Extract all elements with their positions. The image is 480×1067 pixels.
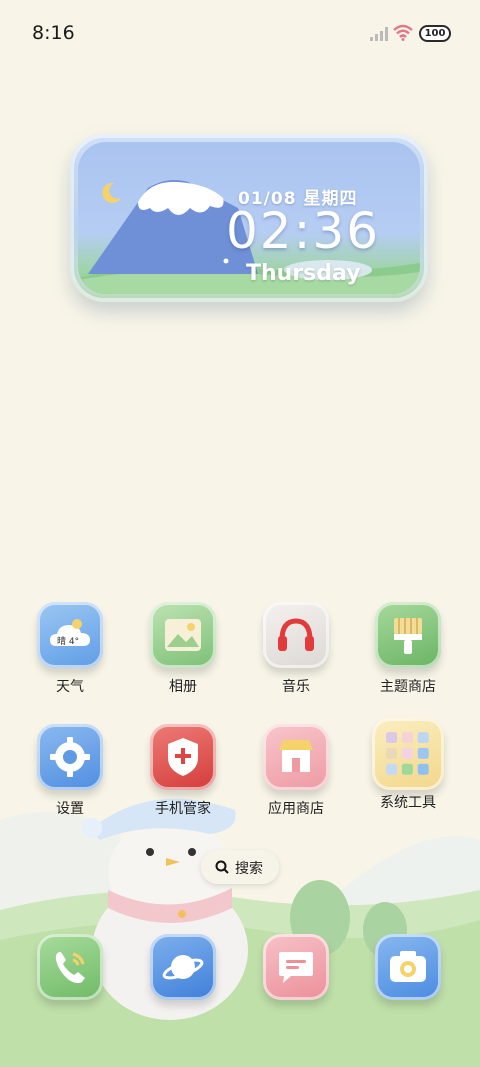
dock-messages[interactable]: [246, 934, 346, 1000]
theme-brush-icon: [375, 602, 441, 668]
widget-scene: 01/08 星期四 02:36 Thursday: [78, 142, 420, 294]
app-phone-manager[interactable]: 手机管家: [133, 724, 233, 818]
phone-icon: [37, 934, 103, 1000]
app-label-gallery: 相册: [169, 679, 197, 695]
app-music[interactable]: 音乐: [246, 602, 346, 696]
app-label-weather: 天气: [56, 679, 84, 695]
search-icon: [215, 860, 229, 874]
dock-browser[interactable]: [133, 934, 233, 1000]
app-settings[interactable]: 设置: [20, 724, 120, 818]
dock-phone[interactable]: [20, 934, 120, 1000]
message-icon: [263, 934, 329, 1000]
camera-icon: [375, 934, 441, 1000]
app-app-store[interactable]: 应用商店: [246, 724, 346, 818]
app-label-settings: 设置: [56, 801, 84, 817]
app-gallery[interactable]: 相册: [133, 602, 233, 696]
dock-camera[interactable]: [358, 934, 458, 1000]
widget-day: Thursday: [246, 261, 361, 286]
folder-icon: [372, 718, 444, 790]
battery-indicator: 100: [419, 25, 451, 42]
app-label-system-tools: 系统工具: [380, 795, 436, 811]
clock-widget[interactable]: 01/08 星期四 02:36 Thursday: [70, 134, 428, 302]
browser-planet-icon: [150, 934, 216, 1000]
app-label-phone-manager: 手机管家: [155, 801, 211, 817]
shield-icon: [150, 724, 216, 790]
gear-icon: [37, 724, 103, 790]
search-button[interactable]: 搜索: [201, 850, 279, 884]
store-icon: [263, 724, 329, 790]
status-bar: 8:16 100: [0, 0, 480, 68]
search-label: 搜索: [235, 861, 263, 877]
status-time: 8:16: [32, 22, 75, 44]
app-label-theme-store: 主题商店: [380, 679, 436, 695]
weather-icon: 晴 4°: [37, 602, 103, 668]
moon-icon: [102, 182, 121, 203]
scenery-background: [0, 798, 480, 1067]
app-theme-store[interactable]: 主题商店: [358, 602, 458, 696]
wifi-icon: [393, 24, 413, 41]
app-label-app-store: 应用商店: [268, 801, 324, 817]
headphones-icon: [263, 602, 329, 668]
widget-time: 02:36: [226, 202, 381, 260]
app-weather[interactable]: 晴 4° 天气: [20, 602, 120, 696]
app-system-tools[interactable]: 系统工具: [358, 718, 458, 812]
app-label-music: 音乐: [282, 679, 310, 695]
signal-icon: [370, 27, 388, 41]
gallery-icon: [150, 602, 216, 668]
weather-text: 晴 4°: [57, 637, 80, 647]
